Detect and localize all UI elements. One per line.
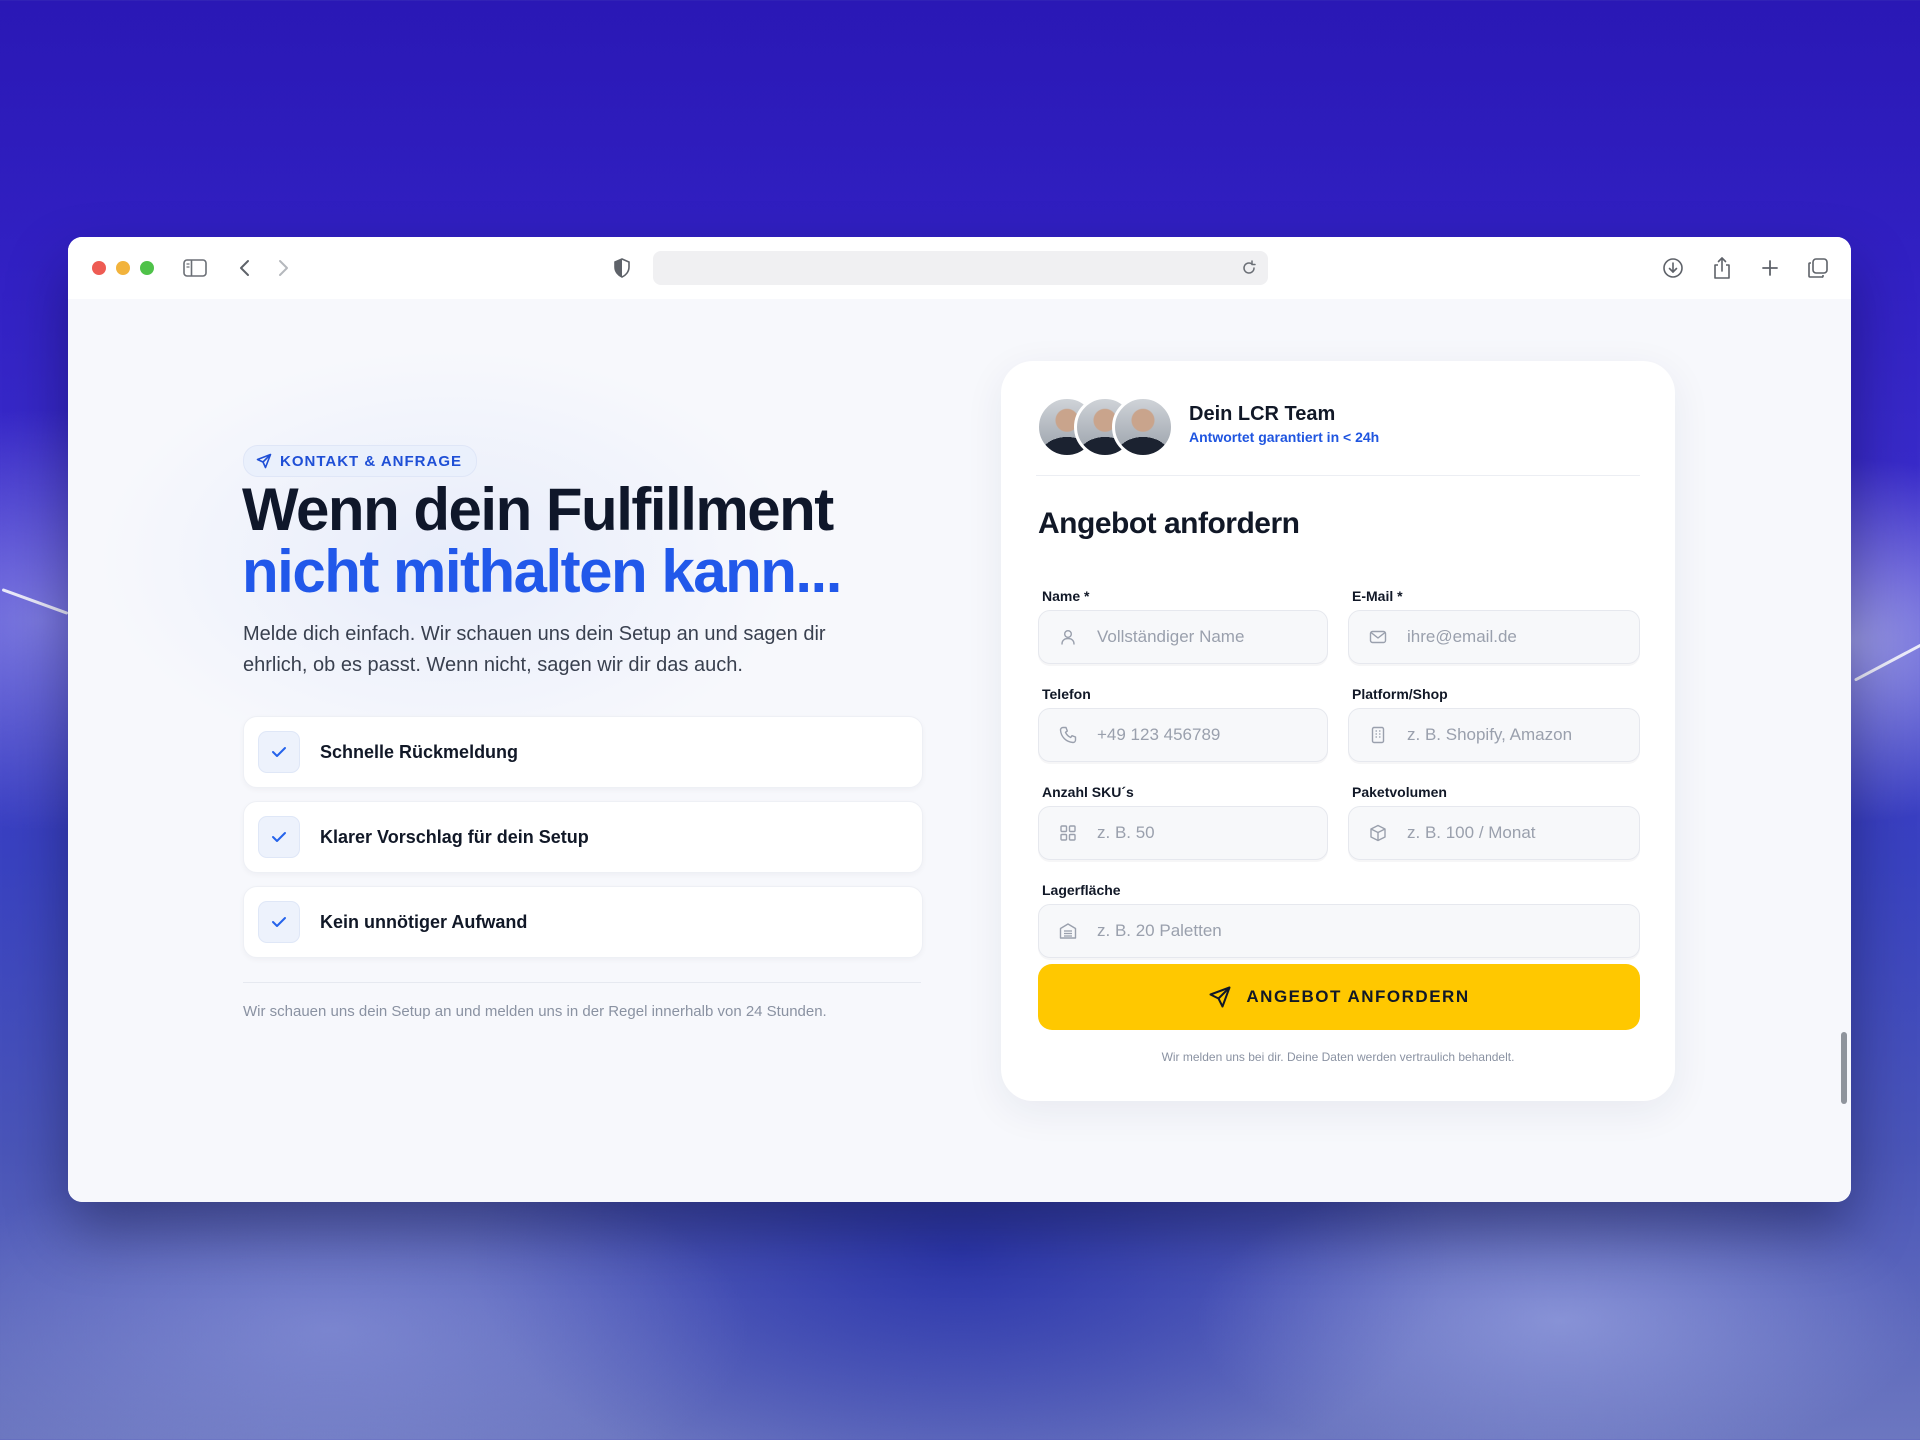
phone-input[interactable] xyxy=(1095,724,1327,746)
background-light-streak xyxy=(1853,641,1920,682)
avatar xyxy=(1112,396,1174,458)
scrollbar-thumb[interactable] xyxy=(1841,1032,1847,1104)
skus-label: Anzahl SKU´s xyxy=(1042,784,1134,800)
email-field xyxy=(1348,610,1640,664)
user-icon xyxy=(1057,626,1079,648)
privacy-shield-icon[interactable] xyxy=(609,255,635,281)
headline-line-2: nicht mithalten kann... xyxy=(242,538,842,605)
quote-request-card: Dein LCR Team Antwortet garantiert in < … xyxy=(1001,361,1675,1101)
forward-icon[interactable] xyxy=(270,255,296,281)
zoom-window-button[interactable] xyxy=(140,261,154,275)
platform-label: Platform/Shop xyxy=(1352,686,1448,702)
request-quote-button[interactable]: ANGEBOT ANFORDERN xyxy=(1038,964,1640,1030)
request-quote-label: ANGEBOT ANFORDERN xyxy=(1246,987,1470,1006)
storage-input[interactable] xyxy=(1095,920,1639,942)
download-icon[interactable] xyxy=(1660,255,1686,281)
send-icon xyxy=(256,453,272,469)
back-icon[interactable] xyxy=(232,255,258,281)
benefit-item: Klarer Vorschlag für dein Setup xyxy=(243,801,923,873)
browser-toolbar xyxy=(68,237,1851,300)
close-window-button[interactable] xyxy=(92,261,106,275)
headline-line-1: Wenn dein Fulfillment xyxy=(242,476,834,543)
name-input[interactable] xyxy=(1095,626,1327,648)
mail-icon xyxy=(1367,626,1389,648)
building-icon xyxy=(1367,724,1389,746)
team-name: Dein LCR Team xyxy=(1189,403,1336,425)
grid-icon xyxy=(1057,822,1079,844)
send-icon xyxy=(1209,986,1231,1008)
email-input[interactable] xyxy=(1405,626,1639,648)
page-content: KONTAKT & ANFRAGE Wenn dein Fulfillment … xyxy=(68,299,1851,1202)
volume-input[interactable] xyxy=(1405,822,1639,844)
address-bar[interactable] xyxy=(653,251,1268,285)
browser-window: KONTAKT & ANFRAGE Wenn dein Fulfillment … xyxy=(68,237,1851,1202)
team-avatars xyxy=(1036,396,1176,458)
benefit-item: Schnelle Rückmeldung xyxy=(243,716,923,788)
platform-input[interactable] xyxy=(1405,724,1639,746)
sidebar-toggle-icon[interactable] xyxy=(182,255,208,281)
name-field xyxy=(1038,610,1328,664)
tab-overview-icon[interactable] xyxy=(1805,255,1831,281)
reload-icon[interactable] xyxy=(1236,255,1262,281)
phone-label: Telefon xyxy=(1042,686,1091,702)
volume-label: Paketvolumen xyxy=(1352,784,1447,800)
checkmark-icon xyxy=(258,901,300,943)
phone-field xyxy=(1038,708,1328,762)
warehouse-icon xyxy=(1057,920,1079,942)
phone-icon xyxy=(1057,724,1079,746)
badge-label: KONTAKT & ANFRAGE xyxy=(280,452,462,470)
form-title: Angebot anfordern xyxy=(1038,507,1300,540)
benefit-label: Kein unnötiger Aufwand xyxy=(320,911,528,932)
package-icon xyxy=(1367,822,1389,844)
storage-field xyxy=(1038,904,1640,958)
new-tab-icon[interactable] xyxy=(1757,255,1783,281)
checkmark-icon xyxy=(258,816,300,858)
share-icon[interactable] xyxy=(1709,255,1735,281)
benefit-item: Kein unnötiger Aufwand xyxy=(243,886,923,958)
minimize-window-button[interactable] xyxy=(116,261,130,275)
email-label: E-Mail * xyxy=(1352,588,1403,604)
response-footnote: Wir schauen uns dein Setup an und melden… xyxy=(243,1003,827,1020)
benefit-label: Schnelle Rückmeldung xyxy=(320,741,519,762)
platform-field xyxy=(1348,708,1640,762)
divider xyxy=(243,982,921,983)
volume-field xyxy=(1348,806,1640,860)
contact-badge: KONTAKT & ANFRAGE xyxy=(243,445,477,477)
name-label: Name * xyxy=(1042,588,1090,604)
page-headline: Wenn dein Fulfillment nicht mithalten ka… xyxy=(242,476,842,605)
divider xyxy=(1036,475,1640,476)
storage-label: Lagerfläche xyxy=(1042,882,1121,898)
skus-field xyxy=(1038,806,1328,860)
checkmark-icon xyxy=(258,731,300,773)
background-light-streak xyxy=(1,588,69,615)
benefit-label: Klarer Vorschlag für dein Setup xyxy=(320,826,589,847)
privacy-note: Wir melden uns bei dir. Deine Daten werd… xyxy=(1161,1050,1515,1064)
response-time-note: Antwortet garantiert in < 24h xyxy=(1189,429,1380,445)
skus-input[interactable] xyxy=(1095,822,1327,844)
hero-subtext: Melde dich einfach. Wir schauen uns dein… xyxy=(243,623,826,676)
